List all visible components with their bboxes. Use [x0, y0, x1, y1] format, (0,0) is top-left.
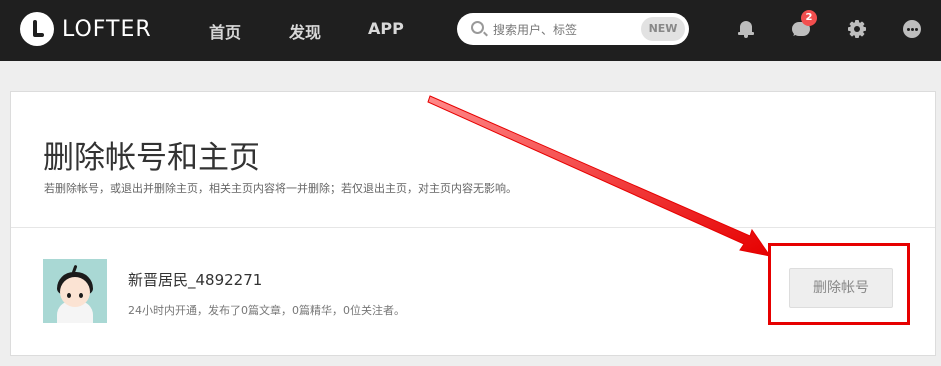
- search-icon: [471, 21, 484, 34]
- nav-app[interactable]: APP: [368, 19, 404, 38]
- lofter-logo[interactable]: LOFTER: [20, 12, 152, 46]
- logo-mark-icon: [20, 12, 54, 46]
- bell-icon[interactable]: [737, 20, 755, 38]
- account-name: 新晋居民_4892271: [128, 271, 263, 289]
- gear-icon[interactable]: [848, 20, 866, 38]
- page-title: 删除帐号和主页: [43, 140, 260, 176]
- divider: [11, 227, 935, 228]
- page-description: 若删除帐号，或退出并删除主页，相关主页内容将一并删除；若仅退出主页，对主页内容无…: [44, 182, 517, 195]
- message-count-badge: 2: [801, 10, 817, 26]
- account-meta: 24小时内开通，发布了0篇文章，0篇精华，0位关注者。: [128, 304, 405, 317]
- logo-text: LOFTER: [62, 16, 152, 42]
- search-box[interactable]: 搜索用户、标签 NEW: [457, 13, 689, 45]
- annotation-highlight-box: [768, 243, 910, 325]
- more-icon[interactable]: [903, 20, 921, 38]
- top-navigation-bar: LOFTER 首页 发现 APP 搜索用户、标签 NEW 2: [0, 0, 941, 61]
- search-input[interactable]: 搜索用户、标签: [493, 21, 577, 38]
- nav-home[interactable]: 首页: [209, 19, 241, 43]
- search-new-badge: NEW: [641, 17, 685, 41]
- avatar: [43, 259, 107, 323]
- nav-discover[interactable]: 发现: [289, 19, 321, 43]
